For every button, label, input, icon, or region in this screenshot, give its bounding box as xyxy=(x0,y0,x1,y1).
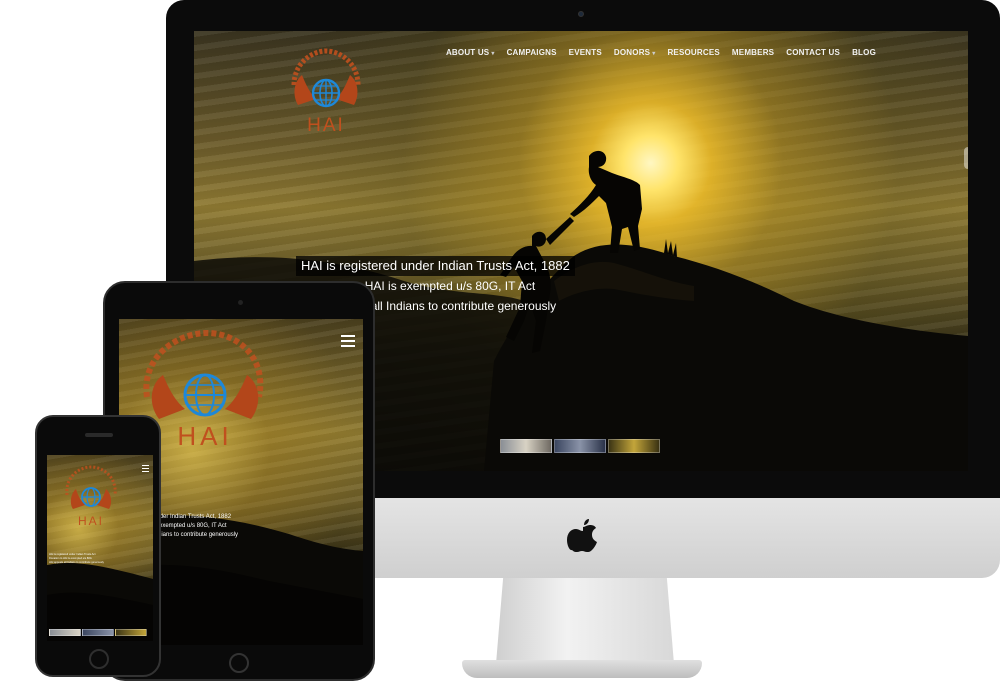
logo-text: HAI xyxy=(307,115,345,135)
home-button[interactable] xyxy=(229,653,249,673)
slide-thumbnail[interactable] xyxy=(82,629,114,636)
caption-line: is exempted u/s 80G, IT Act xyxy=(153,523,227,529)
hamburger-icon[interactable] xyxy=(142,465,149,472)
nav-item-members[interactable]: MEMBERS xyxy=(732,48,774,57)
slider-next-arrow[interactable] xyxy=(964,147,968,169)
slider-thumbnails xyxy=(49,629,147,636)
monitor-base xyxy=(462,660,702,678)
home-button[interactable] xyxy=(89,649,109,669)
apple-logo-icon xyxy=(567,519,597,552)
logo-text: HAI xyxy=(78,514,104,527)
nav-item-donors[interactable]: DONORS ▾ xyxy=(614,48,656,57)
nav-item-campaigns[interactable]: CAMPAIGNS xyxy=(507,48,557,57)
nav-item-about-us[interactable]: ABOUT US ▾ xyxy=(446,48,495,57)
caption-line: under Indian Trusts Act, 1882 xyxy=(153,514,232,520)
monitor-stand xyxy=(496,578,674,664)
logo-text: HAI xyxy=(177,421,232,447)
camera-icon xyxy=(578,11,584,17)
slider-thumbnails xyxy=(500,439,660,453)
slide-thumbnail[interactable] xyxy=(49,629,81,636)
nav-item-resources[interactable]: RESOURCES xyxy=(667,48,719,57)
camera-icon xyxy=(238,300,243,305)
slide-thumbnail[interactable] xyxy=(608,439,660,453)
speaker-grille xyxy=(85,433,113,437)
phone-device: HAI HAI is registered under Indian Trust… xyxy=(35,415,161,677)
nav-item-blog[interactable]: BLOG xyxy=(852,48,876,57)
hai-logo: HAI xyxy=(65,465,117,527)
caption-line: HAI appeals all Indians to contribute ge… xyxy=(49,561,104,564)
chevron-down-icon: ▾ xyxy=(652,51,656,57)
hai-logo: HAI xyxy=(291,48,361,135)
caption-line: Indians to contribute generously xyxy=(153,532,239,538)
phone-screen: HAI HAI is registered under Indian Trust… xyxy=(47,455,153,641)
caption-line: HAI is registered under Indian Trusts Ac… xyxy=(296,256,575,276)
hamburger-icon[interactable] xyxy=(341,335,355,347)
chevron-down-icon: ▾ xyxy=(491,51,495,57)
nav-item-events[interactable]: EVENTS xyxy=(569,48,602,57)
nav-item-contact-us[interactable]: CONTACT US xyxy=(786,48,840,57)
devices-mockup: HAI ABOUT US ▾ CAMPAIGNS EVENTS DONORS ▾ R… xyxy=(0,0,1000,700)
slide-thumbnail[interactable] xyxy=(115,629,147,636)
slide-thumbnail[interactable] xyxy=(554,439,606,453)
hero-caption: under Indian Trusts Act, 1882 is exempte… xyxy=(153,513,238,540)
slide-thumbnail[interactable] xyxy=(500,439,552,453)
hero-caption: HAI is registered under Indian Trusts Ac… xyxy=(49,553,104,565)
main-nav: ABOUT US ▾ CAMPAIGNS EVENTS DONORS ▾ RESOU… xyxy=(446,48,876,57)
